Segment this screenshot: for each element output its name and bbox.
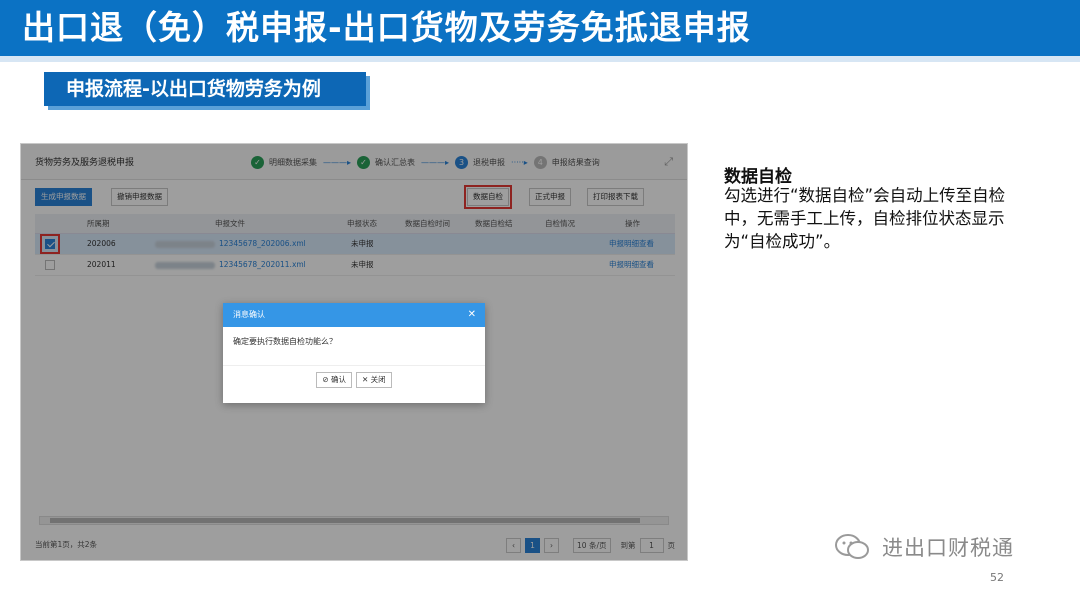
wechat-icon bbox=[835, 534, 869, 559]
watermark: 进出口财税通 bbox=[834, 532, 1014, 562]
confirm-dialog: 消息确认 ✕ 确定要执行数据自检功能么？ ⊘ 确认 ✕ 关闭 bbox=[223, 303, 485, 403]
close-button[interactable]: ✕ 关闭 bbox=[356, 372, 392, 388]
slide-title-bar: 出口退（免）税申报-出口货物及劳务免抵退申报 bbox=[0, 0, 1080, 56]
section-ribbon: 申报流程-以出口货物劳务为例 bbox=[44, 72, 366, 106]
close-icon[interactable]: ✕ bbox=[468, 303, 476, 327]
dialog-buttons: ⊘ 确认 ✕ 关闭 bbox=[223, 372, 485, 388]
app-screenshot: 货物劳务及服务退税申报 ✓ 明细数据采集 ———▸ ✓ 确认汇总表 ———▸ 3… bbox=[20, 143, 688, 561]
section-title: 申报流程-以出口货物劳务为例 bbox=[66, 78, 321, 100]
dialog-title: 消息确认 bbox=[233, 310, 265, 319]
confirm-button[interactable]: ⊘ 确认 bbox=[316, 372, 352, 388]
dialog-message: 确定要执行数据自检功能么？ bbox=[233, 337, 337, 346]
watermark-text: 进出口财税通 bbox=[882, 536, 1014, 560]
confirm-label: 确认 bbox=[331, 375, 346, 384]
slide-title: 出口退（免）税申报-出口货物及劳务免抵退申报 bbox=[22, 8, 751, 47]
description-body: 勾选进行“数据自检”会自动上传至自检中，无需手工上传，自检排位状态显示为“自检成… bbox=[724, 186, 1006, 251]
dialog-divider bbox=[223, 365, 485, 366]
dialog-header: 消息确认 ✕ bbox=[223, 303, 485, 327]
close-label: 关闭 bbox=[370, 375, 386, 384]
page-number: 52 bbox=[990, 571, 1004, 584]
title-underline bbox=[0, 56, 1080, 62]
